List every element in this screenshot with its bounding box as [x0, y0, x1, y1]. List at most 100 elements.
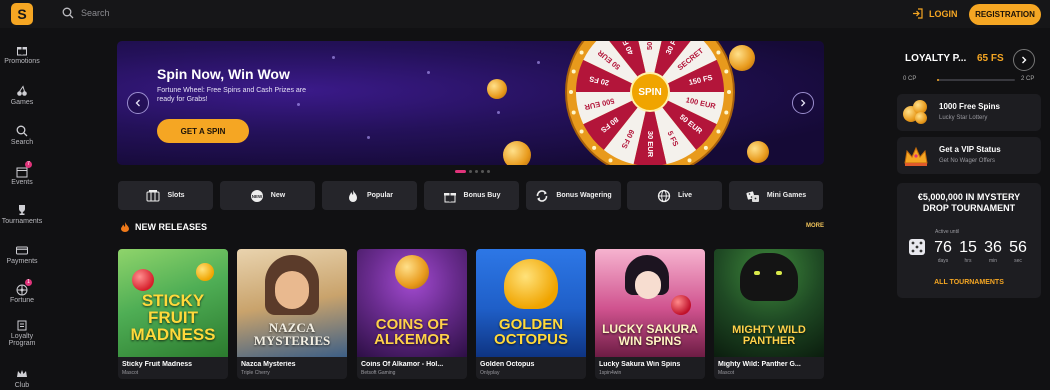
promo-subtitle: Lucky Star Lottery: [939, 115, 988, 121]
game-card[interactable]: STICKY FRUIT MADNESS Sticky Fruit Madnes…: [118, 249, 228, 379]
card-icon: [16, 246, 28, 255]
search-icon: [16, 125, 28, 137]
game-card[interactable]: LUCKY SAKURA WIN SPINS Lucky Sakura Win …: [595, 249, 705, 379]
sidebar-item-events[interactable]: 7 Events: [0, 161, 44, 186]
sidebar-item-loyalty-program[interactable]: Loyalty Program: [0, 319, 44, 348]
category-label: Popular: [366, 192, 394, 199]
search-bar[interactable]: Search: [62, 7, 110, 19]
pagination-dot[interactable]: [481, 170, 484, 173]
pagination-dot[interactable]: [469, 170, 472, 173]
category-live[interactable]: Live: [627, 181, 722, 210]
game-provider: 1spin4win: [599, 370, 622, 376]
sidebar: Promotions Games Search 7 Events Tournam…: [0, 28, 44, 390]
countdown-minutes: 36: [984, 239, 1002, 256]
game-name: Coins Of Alkamor - Hol...: [361, 361, 444, 368]
new-releases-heading: NEW RELEASES: [121, 222, 207, 232]
pagination-dot[interactable]: [487, 170, 490, 173]
pagination-dot[interactable]: [475, 170, 478, 173]
game-thumbnail[interactable]: MIGHTY WILD PANTHER: [714, 249, 824, 357]
game-thumbnail[interactable]: LUCKY SAKURA WIN SPINS: [595, 249, 705, 357]
svg-text:NEW: NEW: [252, 194, 263, 199]
globe-icon: [657, 189, 671, 202]
game-thumbnail[interactable]: COINS OF ALKEMOR: [357, 249, 467, 357]
game-card[interactable]: NAZCA MYSTERIES Nazca Mysteries Triple C…: [237, 249, 347, 379]
trophy-icon: [19, 205, 25, 215]
coins-icon: [903, 100, 929, 126]
category-mini-games[interactable]: Mini Games: [729, 181, 823, 210]
category-new[interactable]: NEW New: [220, 181, 315, 210]
tournament-widget[interactable]: €5,000,000 IN MYSTERY DROP TOURNAMENT Ac…: [897, 183, 1041, 298]
category-slots[interactable]: Slots: [118, 181, 213, 210]
wheel-bulb: [579, 129, 584, 134]
game-card[interactable]: COINS OF ALKEMOR Coins Of Alkamor - Hol.…: [357, 249, 467, 379]
wheel-bulb: [571, 69, 576, 74]
sidebar-item-promotions[interactable]: Promotions: [0, 44, 44, 65]
site-logo[interactable]: S: [11, 3, 33, 25]
countdown-days-label: days: [937, 258, 949, 264]
calendar-icon-wrap: 7: [16, 161, 32, 178]
countdown-minutes-label: min: [988, 258, 998, 264]
game-thumbnail[interactable]: STICKY FRUIT MADNESS: [118, 249, 228, 357]
game-card[interactable]: MIGHTY WILD PANTHER Mighty Wild: Panther…: [714, 249, 824, 379]
top-bar: S Search LOGIN REGISTRATION: [0, 0, 1050, 28]
countdown-seconds-label: sec: [1014, 258, 1022, 264]
wheel-bulb: [608, 158, 613, 163]
banner-next-button[interactable]: [792, 92, 814, 114]
game-provider: Mascot: [122, 370, 139, 376]
cp-end: 2 CP: [1021, 76, 1035, 82]
fortune-icon-wrap: 1: [16, 279, 32, 296]
loyalty-widget[interactable]: LOYALTY P... 65 FS 0 CP 2 CP: [897, 41, 1041, 85]
game-thumbnail[interactable]: NAZCA MYSTERIES: [237, 249, 347, 357]
game-art-title: LUCKY SAKURA WIN SPINS: [602, 322, 698, 348]
loyalty-title: LOYALTY P...: [905, 53, 967, 64]
registration-button[interactable]: REGISTRATION: [969, 4, 1041, 25]
sidebar-item-search[interactable]: Search: [0, 125, 44, 146]
category-popular[interactable]: Popular: [322, 181, 417, 210]
promo-banner[interactable]: Spin Now, Win Wow Fortune Wheel: Free Sp…: [117, 41, 824, 165]
wheel-bulb: [724, 69, 729, 74]
promo-card-vip[interactable]: Get a VIP Status Get No Wager Offers: [897, 137, 1041, 174]
sidebar-item-label: Club: [14, 382, 30, 389]
countdown-seconds: 56: [1009, 239, 1027, 256]
game-art-title: MIGHTY WILD PANTHER: [732, 324, 806, 347]
sidebar-item-club[interactable]: Club: [0, 368, 44, 389]
chevron-left-icon: [135, 99, 140, 107]
promo-card-lottery[interactable]: 1000 Free Spins Lucky Star Lottery: [897, 94, 1041, 131]
pagination-dot[interactable]: [455, 170, 466, 173]
game-name: Mighty Wild: Panther G...: [718, 361, 801, 368]
fortune-icon: [16, 284, 28, 296]
wheel-bulb: [592, 145, 597, 150]
sidebar-item-tournaments[interactable]: Tournaments: [0, 204, 44, 225]
game-name: Golden Octopus: [480, 361, 535, 368]
banner-prev-button[interactable]: [127, 92, 149, 114]
category-bonus-buy[interactable]: Bonus Buy: [424, 181, 519, 210]
wheel-bulb: [703, 145, 708, 150]
loyalty-progress-bar: [937, 79, 1015, 81]
gift-icon: [17, 47, 27, 56]
get-a-spin-button[interactable]: GET A SPIN: [157, 119, 249, 143]
loyalty-next-button[interactable]: [1013, 49, 1035, 71]
game-thumbnail[interactable]: GOLDEN OCTOPUS: [476, 249, 586, 357]
chevron-right-icon: [801, 99, 806, 107]
game-name: Lucky Sakura Win Spins: [599, 361, 681, 368]
category-bonus-wagering[interactable]: Bonus Wagering: [526, 181, 621, 210]
sidebar-item-fortune[interactable]: 1 Fortune: [0, 279, 44, 304]
dice-icon: [909, 239, 925, 255]
sidebar-item-label: Search: [10, 139, 34, 146]
game-card[interactable]: GOLDEN OCTOPUS Golden Octopus Onlyplay: [476, 249, 586, 379]
countdown-days: 76: [934, 239, 952, 256]
cp-start: 0 CP: [903, 76, 917, 82]
game-name: Nazca Mysteries: [241, 361, 296, 368]
all-tournaments-link[interactable]: ALL TOURNAMENTS: [897, 279, 1041, 286]
banner-pagination: [455, 170, 490, 173]
sidebar-item-label: Payments: [6, 258, 38, 265]
sidebar-item-games[interactable]: Games: [0, 85, 44, 106]
crown-icon: [17, 370, 27, 377]
game-art-title: GOLDEN OCTOPUS: [494, 316, 568, 348]
search-input[interactable]: Search: [81, 8, 110, 18]
sidebar-item-payments[interactable]: Payments: [0, 244, 44, 265]
dice-icon: [746, 190, 759, 202]
more-link[interactable]: MORE: [806, 223, 824, 229]
login-button[interactable]: LOGIN: [912, 8, 958, 19]
tournament-title: €5,000,000 IN MYSTERY DROP TOURNAMENT: [917, 192, 1021, 213]
